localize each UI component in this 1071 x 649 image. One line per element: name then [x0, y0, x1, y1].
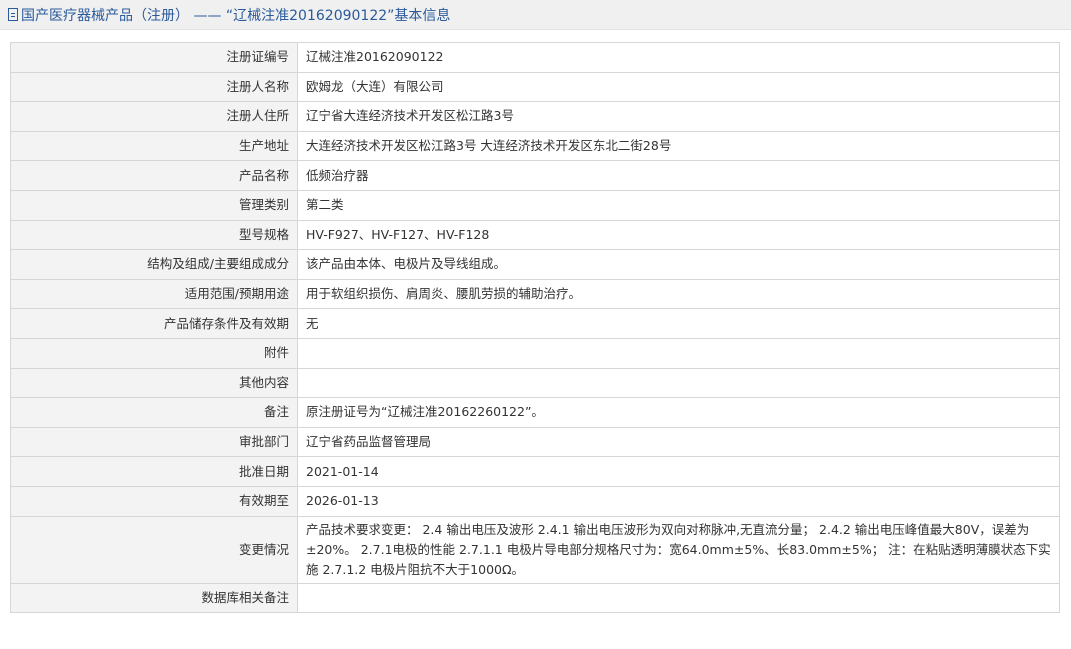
page-title-bar: 国产医疗器械产品（注册） —— “辽械注准20162090122”基本信息: [0, 0, 1071, 30]
row-label: 生产地址: [10, 130, 298, 162]
row-value: 欧姆龙（大连）有限公司: [297, 71, 1060, 103]
row-label: 批准日期: [10, 456, 298, 487]
document-icon: [8, 8, 18, 21]
row-label: 型号规格: [10, 219, 298, 251]
row-label: 注册人名称: [10, 71, 298, 103]
row-value: 该产品由本体、电极片及导线组成。: [297, 249, 1060, 280]
table-row: 型号规格 HV-F927、HV-F127、HV-F128: [10, 219, 1060, 251]
row-value: 辽宁省药品监督管理局: [297, 426, 1060, 458]
row-value: 大连经济技术开发区松江路3号 大连经济技术开发区东北二街28号: [297, 130, 1060, 162]
row-label: 注册人住所: [10, 101, 298, 132]
row-label: 产品名称: [10, 160, 298, 191]
row-label: 附件: [10, 337, 298, 369]
row-value: 用于软组织损伤、肩周炎、腰肌劳损的辅助治疗。: [297, 278, 1060, 310]
table-row: 附件: [10, 337, 1060, 369]
row-value: HV-F927、HV-F127、HV-F128: [297, 219, 1060, 251]
row-value: 辽宁省大连经济技术开发区松江路3号: [297, 101, 1060, 132]
page-title: 国产医疗器械产品（注册） —— “辽械注准20162090122”基本信息: [21, 7, 451, 24]
table-row: 备注 原注册证号为“辽械注准20162260122”。: [10, 397, 1060, 428]
row-value: 2026-01-13: [297, 485, 1060, 517]
table-row: 结构及组成/主要组成成分 该产品由本体、电极片及导线组成。: [10, 249, 1060, 280]
table-row: 其他内容: [10, 367, 1060, 399]
row-value: 辽械注准20162090122: [297, 42, 1060, 73]
table-row: 注册人住所 辽宁省大连经济技术开发区松江路3号: [10, 101, 1060, 132]
row-value: 产品技术要求变更： 2.4 输出电压及波形 2.4.1 输出电压波形为双向对称脉…: [297, 515, 1060, 584]
table-row: 产品名称 低频治疗器: [10, 160, 1060, 191]
row-label: 其他内容: [10, 367, 298, 399]
table-row: 有效期至 2026-01-13: [10, 485, 1060, 517]
table-row: 适用范围/预期用途 用于软组织损伤、肩周炎、腰肌劳损的辅助治疗。: [10, 278, 1060, 310]
row-label: 审批部门: [10, 426, 298, 458]
table-row: 数据库相关备注: [10, 582, 1060, 614]
row-value: [297, 337, 1060, 369]
row-value: 无: [297, 308, 1060, 339]
row-label: 有效期至: [10, 485, 298, 517]
table-row: 注册证编号 辽械注准20162090122: [10, 42, 1060, 73]
row-value: 原注册证号为“辽械注准20162260122”。: [297, 397, 1060, 428]
row-label: 管理类别: [10, 189, 298, 221]
row-label: 数据库相关备注: [10, 582, 298, 614]
table-row: 管理类别 第二类: [10, 189, 1060, 221]
table-row: 注册人名称 欧姆龙（大连）有限公司: [10, 71, 1060, 103]
row-label: 注册证编号: [10, 42, 298, 73]
row-value: 第二类: [297, 189, 1060, 221]
info-table: 注册证编号 辽械注准20162090122 注册人名称 欧姆龙（大连）有限公司 …: [10, 42, 1060, 614]
table-row: 生产地址 大连经济技术开发区松江路3号 大连经济技术开发区东北二街28号: [10, 130, 1060, 162]
row-label: 产品储存条件及有效期: [10, 308, 298, 339]
table-row: 变更情况 产品技术要求变更： 2.4 输出电压及波形 2.4.1 输出电压波形为…: [10, 515, 1060, 584]
table-row: 产品储存条件及有效期 无: [10, 308, 1060, 339]
row-label: 适用范围/预期用途: [10, 278, 298, 310]
table-row: 批准日期 2021-01-14: [10, 456, 1060, 487]
row-value: [297, 582, 1060, 614]
row-value: 低频治疗器: [297, 160, 1060, 191]
row-value: [297, 367, 1060, 399]
row-value: 2021-01-14: [297, 456, 1060, 487]
row-label: 结构及组成/主要组成成分: [10, 249, 298, 280]
table-row: 审批部门 辽宁省药品监督管理局: [10, 426, 1060, 458]
row-label: 备注: [10, 397, 298, 428]
row-label: 变更情况: [10, 515, 298, 584]
